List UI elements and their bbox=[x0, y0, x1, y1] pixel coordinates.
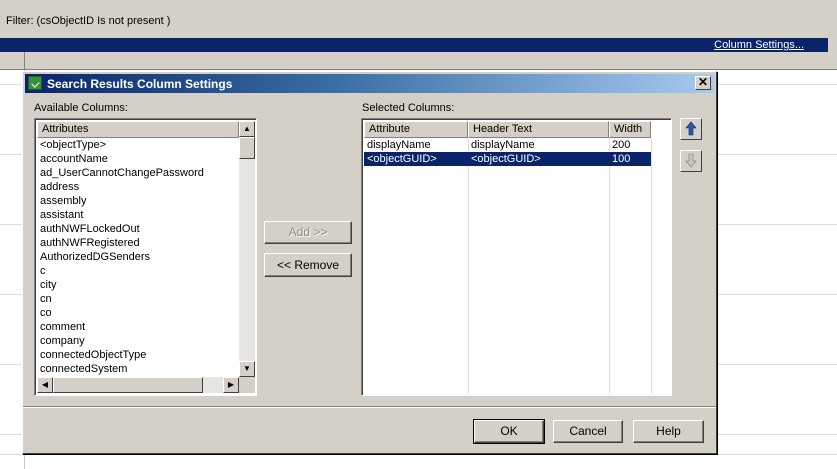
scrollbar-corner bbox=[239, 377, 255, 393]
table-row[interactable]: displayName displayName 200 bbox=[364, 138, 651, 152]
arrow-down-icon bbox=[685, 153, 697, 168]
column-settings-dialog: Search Results Column Settings ✕ Availab… bbox=[22, 71, 717, 454]
list-item[interactable]: city bbox=[37, 278, 239, 292]
list-item[interactable]: authNWFLockedOut bbox=[37, 222, 239, 236]
table-cell: <objectGUID> bbox=[367, 153, 437, 165]
help-button[interactable]: Help bbox=[633, 420, 704, 443]
triangle-left-icon: ◀ bbox=[41, 380, 49, 389]
list-item[interactable]: accountName bbox=[37, 152, 239, 166]
close-icon: ✕ bbox=[697, 75, 709, 89]
list-item[interactable]: authNWFRegistered bbox=[37, 236, 239, 250]
table-cell: <objectGUID> bbox=[471, 153, 541, 165]
available-columns-list[interactable]: Attributes <objectType> accountName ad_Use… bbox=[34, 118, 257, 396]
move-down-button[interactable] bbox=[680, 150, 702, 172]
grid-line bbox=[651, 138, 652, 393]
grid-line bbox=[0, 454, 837, 455]
list-item[interactable]: connectedObjectType bbox=[37, 348, 239, 362]
dialog-titlebar: Search Results Column Settings ✕ bbox=[25, 74, 714, 93]
arrow-up-icon bbox=[685, 121, 697, 136]
attribute-column-header[interactable]: Attribute bbox=[364, 121, 468, 138]
table-cell: displayName bbox=[367, 139, 431, 151]
list-item[interactable]: co bbox=[37, 306, 239, 320]
grid-line bbox=[468, 138, 469, 393]
horizontal-scrollbar[interactable]: ◀ ▶ bbox=[37, 377, 239, 393]
list-item[interactable]: AuthorizedDGSenders bbox=[37, 250, 239, 264]
dialog-app-icon bbox=[28, 76, 42, 90]
close-button[interactable]: ✕ bbox=[695, 76, 711, 90]
table-cell: 100 bbox=[612, 153, 631, 165]
selected-columns-table[interactable]: Attribute Header Text Width displayName d… bbox=[361, 118, 672, 396]
list-item[interactable]: assistant bbox=[37, 208, 239, 222]
selected-columns-label: Selected Columns: bbox=[362, 102, 455, 114]
scroll-left-button[interactable]: ◀ bbox=[37, 377, 53, 393]
filter-bar: Filter: (csObjectID Is not present ) bbox=[0, 0, 837, 40]
list-item[interactable]: <objectType> bbox=[37, 138, 239, 152]
list-item[interactable]: company bbox=[37, 334, 239, 348]
filter-text: Filter: (csObjectID Is not present ) bbox=[6, 15, 171, 27]
table-cell: displayName bbox=[471, 139, 535, 151]
list-item[interactable]: comment bbox=[37, 320, 239, 334]
triangle-down-icon: ▼ bbox=[243, 364, 251, 373]
vertical-scrollbar[interactable]: ▲ ▼ bbox=[239, 121, 255, 377]
scroll-thumb[interactable] bbox=[239, 137, 255, 159]
grid-line bbox=[609, 138, 610, 393]
list-item[interactable]: ad_UserCannotChangePassword bbox=[37, 166, 239, 180]
move-up-button[interactable] bbox=[680, 118, 702, 140]
triangle-right-icon: ▶ bbox=[227, 380, 235, 389]
results-column-header bbox=[0, 52, 837, 70]
remove-button[interactable]: << Remove bbox=[264, 253, 352, 277]
scroll-right-button[interactable]: ▶ bbox=[223, 377, 239, 393]
window-edge bbox=[828, 38, 837, 52]
add-button[interactable]: Add >> bbox=[264, 221, 352, 244]
list-item[interactable]: address bbox=[37, 180, 239, 194]
table-cell: 200 bbox=[612, 139, 631, 151]
list-item[interactable]: connectedSystem bbox=[37, 362, 239, 376]
table-row[interactable]: <objectGUID> <objectGUID> 100 bbox=[364, 152, 651, 166]
list-item[interactable]: assembly bbox=[37, 194, 239, 208]
cancel-button[interactable]: Cancel bbox=[553, 420, 623, 443]
header-text-column-header[interactable]: Header Text bbox=[468, 121, 609, 138]
list-item[interactable]: cn bbox=[37, 292, 239, 306]
dialog-title: Search Results Column Settings bbox=[47, 77, 233, 91]
dialog-separator bbox=[23, 406, 716, 408]
ok-button[interactable]: OK bbox=[473, 419, 545, 444]
scroll-up-button[interactable]: ▲ bbox=[239, 121, 255, 137]
column-settings-link[interactable]: Column Settings... bbox=[714, 38, 804, 52]
list-item[interactable]: c bbox=[37, 264, 239, 278]
triangle-up-icon: ▲ bbox=[243, 124, 251, 133]
attributes-column-header[interactable]: Attributes bbox=[37, 121, 239, 138]
results-header-bar: Column Settings... bbox=[0, 38, 828, 52]
scroll-down-button[interactable]: ▼ bbox=[239, 361, 255, 377]
scroll-thumb-horizontal[interactable] bbox=[53, 377, 203, 393]
column-separator bbox=[24, 52, 25, 70]
available-items: <objectType> accountName ad_UserCannotChan… bbox=[37, 138, 239, 376]
width-column-header[interactable]: Width bbox=[609, 121, 651, 138]
available-columns-label: Available Columns: bbox=[34, 102, 128, 114]
